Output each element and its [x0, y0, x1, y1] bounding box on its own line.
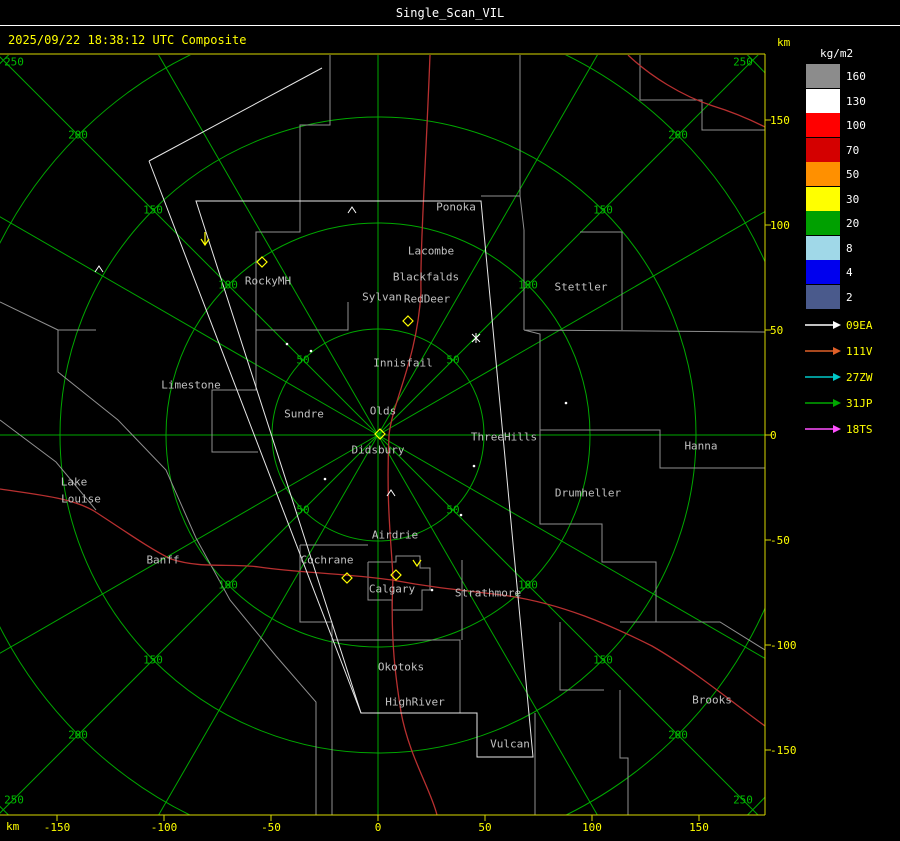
scale-swatch-2 [806, 285, 840, 309]
city-label-lacombe: Lacombe [407, 244, 455, 258]
city-label-blackfalds: Blackfalds [392, 270, 460, 284]
site-id-label: 111V [846, 345, 873, 358]
range-label: 200 [68, 128, 88, 142]
scale-swatch-100 [806, 113, 840, 137]
right-tick-label: 150 [770, 114, 790, 127]
scale-swatch-130 [806, 89, 840, 113]
city-label-sylvan: Sylvan [362, 290, 402, 304]
scale-swatch-8 [806, 236, 840, 260]
scale-value: 70 [846, 144, 860, 157]
scale-value: 100 [846, 119, 866, 132]
scan-sector-outline [148, 67, 534, 758]
city-label-cochrane: Cochrane [300, 553, 354, 567]
scale-value: 160 [846, 70, 866, 83]
range-label: 50 [446, 353, 460, 367]
bottom-tick-label: 100 [582, 821, 602, 834]
right-tick-label: 100 [770, 219, 790, 232]
range-label: 150 [593, 653, 613, 667]
bottom-tick-label: -150 [43, 821, 71, 834]
bottom-axis-unit: km [6, 820, 20, 833]
city-label-lake: Lake [60, 475, 88, 489]
range-label: 200 [68, 728, 88, 742]
right-tick-label: 50 [770, 324, 784, 337]
city-label-ponoka: Ponoka [436, 200, 476, 214]
site-id-label: 31JP [846, 397, 873, 410]
range-label: 200 [668, 128, 688, 142]
right-axis-unit: km [777, 36, 791, 49]
site-id-label: 09EA [846, 319, 873, 332]
range-label: 250 [733, 55, 753, 69]
site-id-label: 18TS [846, 423, 873, 436]
scale-value: 20 [846, 217, 860, 230]
range-label: 100 [518, 278, 538, 292]
city-label-sundre: Sundre [284, 407, 324, 421]
city-label-strathmore: Strathmore [454, 586, 522, 600]
site-arrow-18TS [805, 425, 841, 433]
scale-value: 8 [846, 242, 853, 255]
site-arrow-111V [805, 347, 841, 355]
city-label-reddeer: RedDeer [403, 292, 451, 306]
right-tick-label: -50 [770, 534, 790, 547]
city-label-brooks: Brooks [692, 693, 732, 707]
right-tick-label: -150 [770, 744, 797, 757]
scale-swatch-70 [806, 138, 840, 162]
color-scale-unit: kg/m2 [820, 47, 854, 60]
range-label: 100 [218, 578, 238, 592]
city-label-calgary: Calgary [368, 582, 416, 596]
site-arrow-09EA [805, 321, 841, 329]
range-label: 250 [4, 793, 24, 807]
scale-swatch-20 [806, 211, 840, 235]
scale-value: 4 [846, 266, 853, 279]
range-label: 250 [733, 793, 753, 807]
scale-value: 30 [846, 193, 860, 206]
site-arrow-27ZW [805, 373, 841, 381]
range-label: 150 [593, 203, 613, 217]
bottom-tick-label: -50 [261, 821, 281, 834]
city-label-threehills: ThreeHills [470, 430, 538, 444]
scale-value: 130 [846, 95, 866, 108]
city-label-airdrie: Airdrie [371, 528, 419, 542]
city-label-banff: Banff [146, 553, 180, 567]
city-label-didsbury: Didsbury [351, 443, 405, 457]
scale-swatch-50 [806, 162, 840, 186]
range-label: 150 [143, 203, 163, 217]
range-label: 50 [296, 353, 310, 367]
range-label: 100 [218, 278, 238, 292]
right-tick-label: 0 [770, 429, 777, 442]
site-id-label: 27ZW [846, 371, 873, 384]
city-label-stettler: Stettler [554, 280, 608, 294]
city-label-innisfail: Innisfail [373, 356, 433, 370]
range-label: 50 [446, 503, 460, 517]
site-arrow-31JP [805, 399, 841, 407]
city-label-hanna: Hanna [684, 439, 718, 453]
map-canvas[interactable] [0, 0, 900, 841]
city-label-drumheller: Drumheller [554, 486, 622, 500]
city-label-limestone: Limestone [161, 378, 221, 392]
bottom-tick-label: 50 [478, 821, 492, 834]
scale-swatch-4 [806, 260, 840, 284]
radar-app-window: Single_Scan_VIL 2025/09/22 18:38:12 UTC … [0, 0, 900, 841]
scale-value: 50 [846, 168, 860, 181]
range-label: 50 [296, 503, 310, 517]
city-label-rockymh: RockyMH [244, 274, 292, 288]
range-label: 200 [668, 728, 688, 742]
scale-swatch-160 [806, 64, 840, 88]
timestamp-label: 2025/09/22 18:38:12 UTC Composite [8, 33, 247, 47]
bottom-tick-label: -100 [150, 821, 178, 834]
city-label-okotoks: Okotoks [377, 660, 425, 674]
scale-swatch-30 [806, 187, 840, 211]
echo-markers [94, 206, 568, 592]
bottom-tick-label: 0 [374, 821, 382, 834]
city-label-louise: Louise [61, 492, 101, 506]
range-label: 150 [143, 653, 163, 667]
range-label: 250 [4, 55, 24, 69]
right-tick-label: -100 [770, 639, 797, 652]
city-label-highriver: HighRiver [385, 695, 445, 709]
bottom-tick-label: 150 [689, 821, 709, 834]
city-label-vulcan: Vulcan [490, 737, 530, 751]
scale-value: 2 [846, 291, 853, 304]
city-label-olds: Olds [369, 404, 397, 418]
